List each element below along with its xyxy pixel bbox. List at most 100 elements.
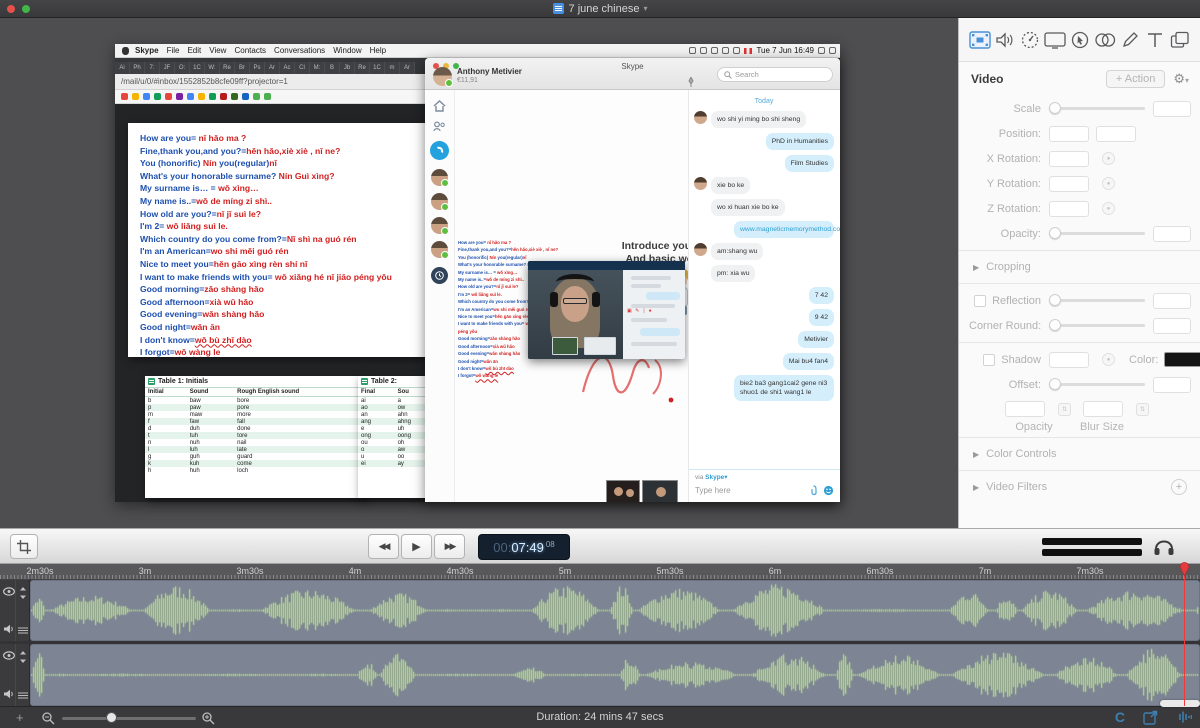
chat-bubble[interactable]: 7 42 bbox=[809, 287, 834, 304]
shadow-angle-stepper[interactable]: ● bbox=[1102, 353, 1115, 366]
browser-tab[interactable]: m bbox=[385, 62, 400, 74]
via-skype-label[interactable]: via Skype▾ bbox=[695, 473, 834, 481]
browser-tab[interactable]: 1C bbox=[370, 62, 385, 74]
reflection-checkbox[interactable] bbox=[974, 295, 986, 307]
clock-tab-icon[interactable] bbox=[1018, 27, 1042, 53]
z-rotation-stepper[interactable]: ● bbox=[1102, 202, 1115, 215]
shadow-opacity-stepper[interactable]: ⇅ bbox=[1058, 403, 1071, 416]
bookmark-icon[interactable] bbox=[209, 93, 216, 100]
contact-avatar[interactable] bbox=[431, 193, 448, 210]
audio-clip[interactable] bbox=[30, 644, 1200, 706]
browser-tab[interactable]: Cl bbox=[295, 62, 310, 74]
shadow-angle-field[interactable] bbox=[1049, 352, 1089, 368]
shadow-opacity-field[interactable] bbox=[1005, 401, 1045, 417]
zoom-button[interactable] bbox=[22, 5, 30, 13]
scale-slider[interactable] bbox=[1049, 107, 1145, 110]
bookmark-icon[interactable] bbox=[198, 93, 205, 100]
visibility-eye-icon[interactable] bbox=[3, 587, 15, 596]
browser-tab[interactable]: 1C bbox=[190, 62, 205, 74]
home-icon[interactable] bbox=[433, 100, 446, 112]
chat-bubble[interactable]: Film Studies bbox=[785, 155, 834, 172]
blur-size-field[interactable] bbox=[1083, 401, 1123, 417]
menu-item[interactable]: Help bbox=[370, 46, 386, 55]
menu-item[interactable]: Window bbox=[333, 46, 361, 55]
close-button[interactable] bbox=[7, 5, 15, 13]
play-button[interactable]: ▶ bbox=[401, 534, 432, 559]
chat-bubble[interactable]: bie2 ba3 gang1cai2 gene ni3 shuo1 de shi… bbox=[734, 375, 834, 401]
skype-sidebar[interactable] bbox=[425, 90, 455, 502]
browser-tab[interactable]: Re bbox=[355, 62, 370, 74]
chat-bubble[interactable]: Mai bu4 fan4 bbox=[783, 353, 834, 370]
annotations-tab-icon[interactable] bbox=[1118, 27, 1142, 53]
chat-bubble[interactable]: 9 42 bbox=[809, 309, 834, 326]
chat-bubble[interactable]: xie bo ke bbox=[711, 177, 750, 194]
cropping-section[interactable]: ▶ Cropping bbox=[959, 255, 1200, 279]
title-chevron-icon[interactable]: ▾ bbox=[643, 4, 647, 13]
video-tab-icon[interactable] bbox=[968, 27, 992, 53]
bookmark-icon[interactable] bbox=[143, 93, 150, 100]
browser-tab[interactable]: Ai bbox=[115, 62, 130, 74]
shapes-tab-icon[interactable] bbox=[1093, 27, 1117, 53]
shadow-color-swatch[interactable] bbox=[1164, 352, 1200, 367]
position-x-field[interactable] bbox=[1049, 126, 1089, 142]
opacity-field[interactable] bbox=[1153, 226, 1191, 242]
x-rotation-stepper[interactable]: ● bbox=[1102, 152, 1115, 165]
menu-item[interactable]: Contacts bbox=[234, 46, 266, 55]
edit-canvas[interactable]: SkypeFileEditViewContactsConversationsWi… bbox=[0, 18, 958, 528]
browser-tab[interactable]: Ps bbox=[250, 62, 265, 74]
browser-tab[interactable]: Jb bbox=[340, 62, 355, 74]
text-tab-icon[interactable] bbox=[1143, 27, 1167, 53]
z-rotation-field[interactable] bbox=[1049, 201, 1089, 217]
bookmark-icon[interactable] bbox=[121, 93, 128, 100]
audio-tab-icon[interactable] bbox=[993, 27, 1017, 53]
menu-item[interactable]: Conversations bbox=[274, 46, 325, 55]
history-icon[interactable] bbox=[431, 267, 448, 284]
x-rotation-field[interactable] bbox=[1049, 151, 1089, 167]
chat-messages[interactable]: Today wo shi yi ming bo shi shengPhD in … bbox=[689, 90, 840, 469]
callout-tab-icon[interactable] bbox=[1068, 27, 1092, 53]
track-grip-icon[interactable] bbox=[18, 627, 28, 634]
scale-field[interactable] bbox=[1153, 101, 1191, 117]
browser-tab[interactable]: JF bbox=[160, 62, 175, 74]
offset-field[interactable] bbox=[1153, 377, 1191, 393]
snap-toggle-icon[interactable]: C bbox=[1115, 709, 1125, 725]
video-filters-section[interactable]: ▶ Video Filters + bbox=[959, 475, 1200, 499]
track-resize-icon[interactable] bbox=[19, 651, 27, 663]
skype-search-field[interactable]: Search bbox=[717, 67, 833, 82]
browser-tab[interactable]: W: bbox=[205, 62, 220, 74]
disclosure-triangle-icon[interactable]: ▶ bbox=[973, 450, 979, 459]
recorded-screen-clip[interactable]: SkypeFileEditViewContactsConversationsWi… bbox=[115, 44, 840, 502]
track-resize-icon[interactable] bbox=[19, 587, 27, 599]
browser-tab[interactable]: Ac bbox=[280, 62, 295, 74]
chat-bubble[interactable]: am:shang wu bbox=[711, 243, 763, 260]
call-button[interactable] bbox=[430, 141, 449, 160]
headphones-icon[interactable] bbox=[1152, 535, 1176, 562]
color-controls-section[interactable]: ▶ Color Controls bbox=[959, 442, 1200, 466]
blur-size-stepper[interactable]: ⇅ bbox=[1136, 403, 1149, 416]
media-tab-icon[interactable] bbox=[1168, 27, 1192, 53]
contact-avatar[interactable] bbox=[431, 217, 448, 234]
reflection-field[interactable] bbox=[1153, 293, 1191, 309]
opacity-slider[interactable] bbox=[1049, 232, 1145, 235]
menu-item[interactable]: Edit bbox=[187, 46, 201, 55]
bookmark-icon[interactable] bbox=[176, 93, 183, 100]
browser-tab[interactable]: Re bbox=[220, 62, 235, 74]
bookmark-icon[interactable] bbox=[264, 93, 271, 100]
timeline-scrollbar[interactable] bbox=[1160, 700, 1200, 707]
shadow-checkbox[interactable] bbox=[983, 354, 995, 366]
audio-waveform-icon[interactable] bbox=[1176, 710, 1192, 724]
corner-round-slider[interactable] bbox=[1049, 324, 1145, 327]
chat-bubble[interactable]: wo shi yi ming bo shi sheng bbox=[711, 111, 806, 128]
attach-icon[interactable] bbox=[809, 485, 818, 496]
browser-tab[interactable]: M: bbox=[310, 62, 325, 74]
visibility-eye-icon[interactable] bbox=[3, 651, 15, 660]
bookmark-icon[interactable] bbox=[220, 93, 227, 100]
add-action-button[interactable]: + Action bbox=[1106, 70, 1165, 88]
fast-forward-button[interactable]: ▶▶ bbox=[434, 534, 465, 559]
browser-tab[interactable]: Ar bbox=[265, 62, 280, 74]
audio-clip[interactable] bbox=[30, 580, 1200, 641]
contacts-icon[interactable] bbox=[433, 121, 446, 132]
browser-tab[interactable]: Br bbox=[235, 62, 250, 74]
chat-bubble[interactable]: PhD in Humanities bbox=[766, 133, 834, 150]
position-y-field[interactable] bbox=[1096, 126, 1136, 142]
